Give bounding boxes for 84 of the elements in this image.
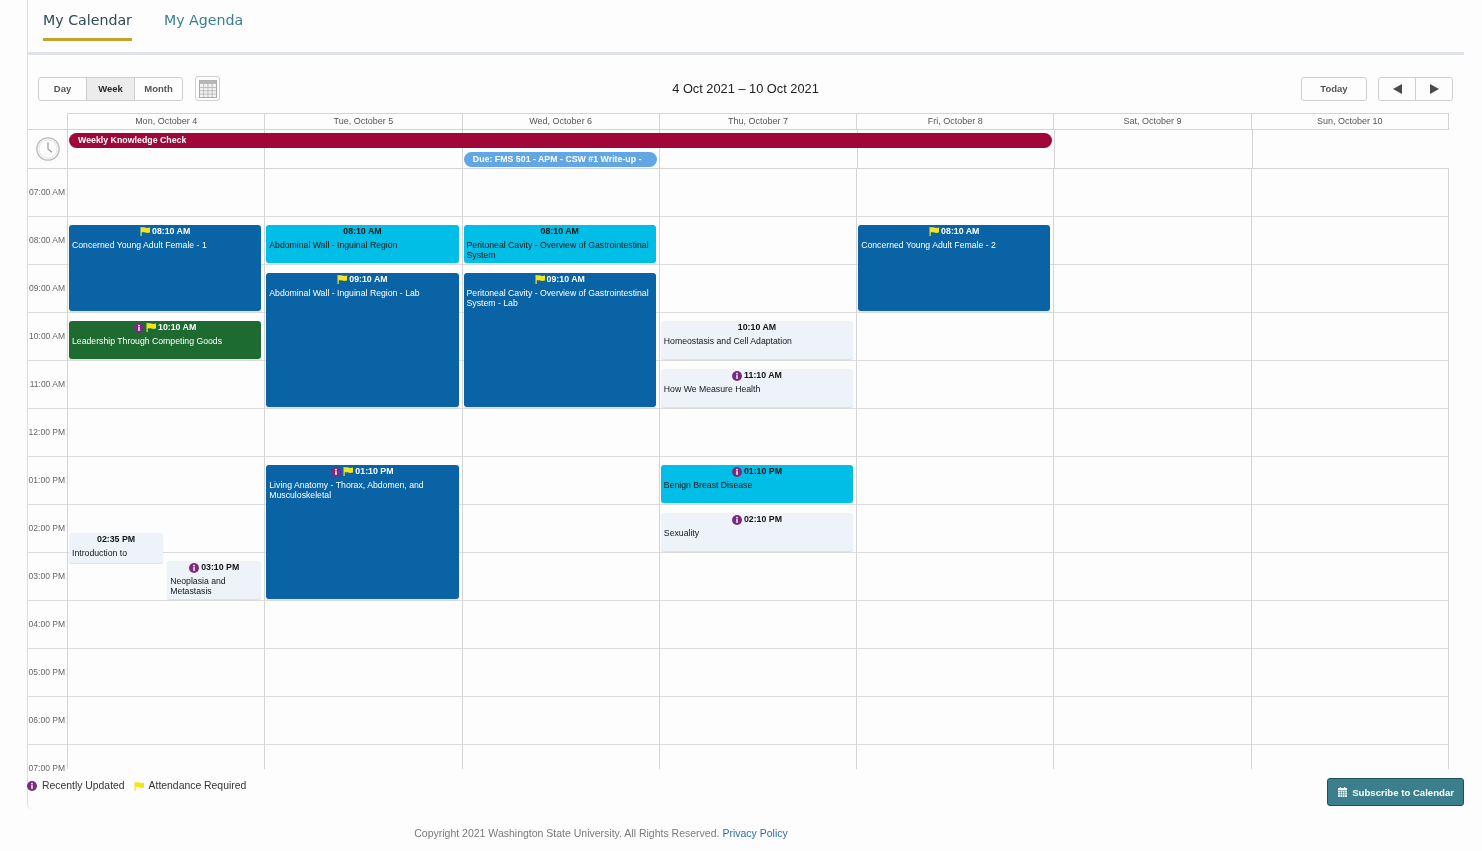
clock-icon	[35, 137, 60, 161]
hour-label: 03:00 PM	[28, 571, 65, 582]
hour-label: 01:00 PM	[28, 475, 65, 486]
event-title: Neoplasia and Metastasis	[170, 576, 227, 596]
event-time: 08:10 AM	[343, 226, 382, 237]
event-title: Sexuality	[663, 528, 701, 538]
event-time: 01:10 PM	[355, 466, 394, 477]
next-button[interactable]	[1415, 76, 1453, 101]
hour-label: 05:00 PM	[28, 667, 65, 678]
info-icon	[27, 781, 37, 791]
event-time: 01:10 PM	[743, 466, 783, 477]
day-header: Fri, October 8	[856, 114, 1054, 129]
event-card[interactable]: 09:10 AM Abdominal Wall - Inguinal Region - Lab	[266, 273, 459, 407]
event-time: 02:35 PM	[97, 534, 136, 545]
event-time: 02:10 PM	[743, 514, 783, 525]
event-title: How We Measure Health	[663, 384, 762, 394]
hour-label: 07:00 PM	[28, 763, 65, 774]
hour-label: 02:00 PM	[28, 523, 65, 534]
event-title: Concerned Young Adult Female - 2	[861, 240, 997, 250]
hour-label: 11:00 AM	[29, 379, 65, 390]
copyright-text: Copyright 2021 Washington State University. All Rights Reserved. Privacy Policy	[414, 827, 788, 840]
right-triangle-icon	[1429, 83, 1439, 94]
day-header: Wed, October 6	[461, 114, 659, 129]
hour-label: 07:00 AM	[29, 187, 65, 198]
event-time: 08:10 AM	[540, 226, 579, 237]
tab[interactable]: My Agenda	[163, 0, 244, 41]
event-time: 10:10 AM	[158, 322, 197, 333]
event-card[interactable]: 08:10 AM Concerned Young Adult Female - 1	[69, 225, 262, 311]
hour-label: 10:00 AM	[29, 331, 65, 342]
event-card[interactable]: 01:10 PM Living Anatomy - Thorax, Abdomen, and Musculoskeletal	[266, 465, 459, 599]
flag-icon	[133, 781, 144, 791]
event-title: Homeostasis and Cell Adaptation	[663, 336, 793, 346]
event-card[interactable]: 02:35 PM Introduction to	[69, 533, 164, 563]
view-button[interactable]: Day	[38, 76, 87, 101]
day-header: Mon, October 4	[67, 114, 265, 129]
view-button[interactable]: Week	[86, 76, 135, 101]
event-time: 11:10 AM	[744, 370, 782, 381]
privacy-policy-link[interactable]: Privacy Policy	[722, 827, 788, 839]
day-header: Sat, October 9	[1053, 114, 1251, 129]
event-card[interactable]: 01:10 PM Benign Breast Disease	[660, 465, 854, 503]
event-card[interactable]: 11:10 AM How We Measure Health	[660, 369, 854, 407]
hour-label: 12:00 PM	[28, 427, 65, 438]
event-title: Leadership Through Competing Goods	[72, 336, 224, 346]
event-title: Introduction to	[72, 548, 129, 558]
calendar-icon	[1338, 787, 1348, 797]
tab[interactable]: My Calendar	[43, 0, 132, 41]
event-card[interactable]: 10:10 AM Homeostasis and Cell Adaptation	[660, 321, 854, 359]
event-card[interactable]: 08:10 AM Peritoneal Cavity - Overview of Gastrointestinal System	[463, 225, 656, 263]
event-title: Peritoneal Cavity - Overview of Gastrointestinal System	[466, 240, 650, 260]
event-time: 08:10 AM	[152, 226, 191, 237]
today-button[interactable]: Today	[1301, 76, 1367, 101]
legend-label: Attendance Required	[148, 780, 247, 792]
event-title: Benign Breast Disease	[663, 480, 754, 490]
date-range-title: 4 Oct 2021 – 10 Oct 2021	[672, 81, 819, 96]
day-header: Tue, October 5	[264, 114, 462, 129]
event-card[interactable]: 08:10 AM Concerned Young Adult Female - 2	[858, 225, 1051, 311]
event-card[interactable]: 02:10 PM Sexuality	[660, 513, 854, 551]
event-title: Abdominal Wall - Inguinal Region	[269, 240, 399, 250]
event-card[interactable]: 08:10 AM Abdominal Wall - Inguinal Region	[266, 225, 459, 263]
calendar-grid-icon	[198, 79, 217, 98]
event-card[interactable]: 10:10 AM Leadership Through Competing Goods	[69, 321, 262, 359]
event-title: Living Anatomy - Thorax, Abdomen, and Musculoskeletal	[269, 480, 425, 500]
event-time: 08:10 AM	[941, 226, 980, 237]
day-header: Thu, October 7	[658, 114, 857, 129]
event-time: 09:10 AM	[349, 274, 388, 285]
day-header: Sun, October 10	[1250, 114, 1449, 129]
event-time: 03:10 PM	[201, 562, 240, 573]
event-card[interactable]: 09:10 AM Peritoneal Cavity - Overview of Gastrointestinal System - Lab	[463, 273, 656, 407]
view-button[interactable]: Month	[134, 76, 183, 101]
subscribe-button[interactable]: Subscribe to Calendar	[1327, 778, 1464, 806]
hour-label: 06:00 PM	[28, 715, 65, 726]
event-time: 10:10 AM	[737, 322, 777, 333]
previous-button[interactable]	[1378, 76, 1416, 101]
event-card[interactable]: 03:10 PM Neoplasia and Metastasis	[167, 561, 262, 599]
event-title: Concerned Young Adult Female - 1	[72, 240, 208, 250]
all-day-event[interactable]: Weekly Knowledge Check	[69, 133, 1053, 148]
hour-label: 09:00 AM	[29, 283, 65, 294]
left-triangle-icon	[1392, 83, 1402, 94]
hour-label: 04:00 PM	[28, 619, 65, 630]
event-title: Abdominal Wall - Inguinal Region - Lab	[269, 288, 421, 298]
event-title: Peritoneal Cavity - Overview of Gastrointestinal System - Lab	[466, 288, 650, 308]
legend-label: Recently Updated	[42, 780, 125, 792]
event-time: 09:10 AM	[546, 274, 585, 285]
hour-label: 08:00 AM	[29, 235, 65, 246]
